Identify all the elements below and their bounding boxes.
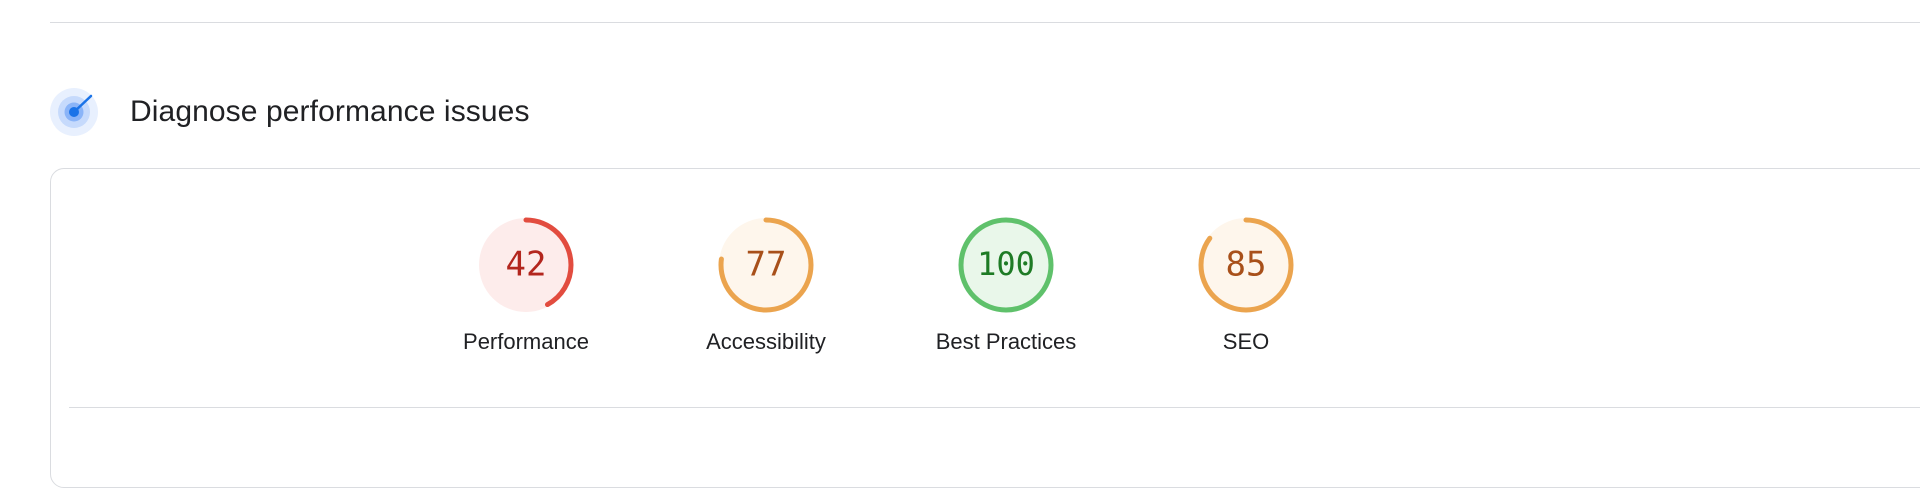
score-gauge-label: Performance xyxy=(463,329,589,354)
card-divider xyxy=(69,407,1920,408)
score-gauge-label: Accessibility xyxy=(706,329,826,354)
score-gauge-label: Best Practices xyxy=(935,329,1077,354)
section-title: Diagnose performance issues xyxy=(130,95,530,128)
score-gauge-value: 100 xyxy=(977,245,1035,283)
score-gauge-value: 85 xyxy=(1226,245,1267,285)
score-gauge-label: SEO xyxy=(1222,329,1270,354)
score-gauge-value: 77 xyxy=(746,245,787,285)
score-gauges: 42 Performance 77 Accessibility 100 Best Prac… xyxy=(51,215,1721,355)
score-gauge-ring: 85 xyxy=(1198,217,1294,313)
score-gauge-accessibility[interactable]: 77 Accessibility xyxy=(658,215,874,355)
score-gauge-ring: 77 xyxy=(718,217,814,313)
score-gauge-ring: 100 xyxy=(958,217,1054,313)
score-gauge-value: 42 xyxy=(506,245,547,285)
section-header: Diagnose performance issues xyxy=(50,88,530,136)
top-divider xyxy=(50,22,1920,23)
score-gauge-best-practices[interactable]: 100 Best Practices xyxy=(898,215,1114,355)
report-card: 42 Performance 77 Accessibility 100 Best Prac… xyxy=(50,168,1920,488)
lighthouse-diagnostics-icon xyxy=(50,88,98,136)
score-gauge-ring: 42 xyxy=(478,217,574,313)
score-gauge-performance[interactable]: 42 Performance xyxy=(418,215,634,355)
score-gauge-seo[interactable]: 85 SEO xyxy=(1138,215,1354,355)
